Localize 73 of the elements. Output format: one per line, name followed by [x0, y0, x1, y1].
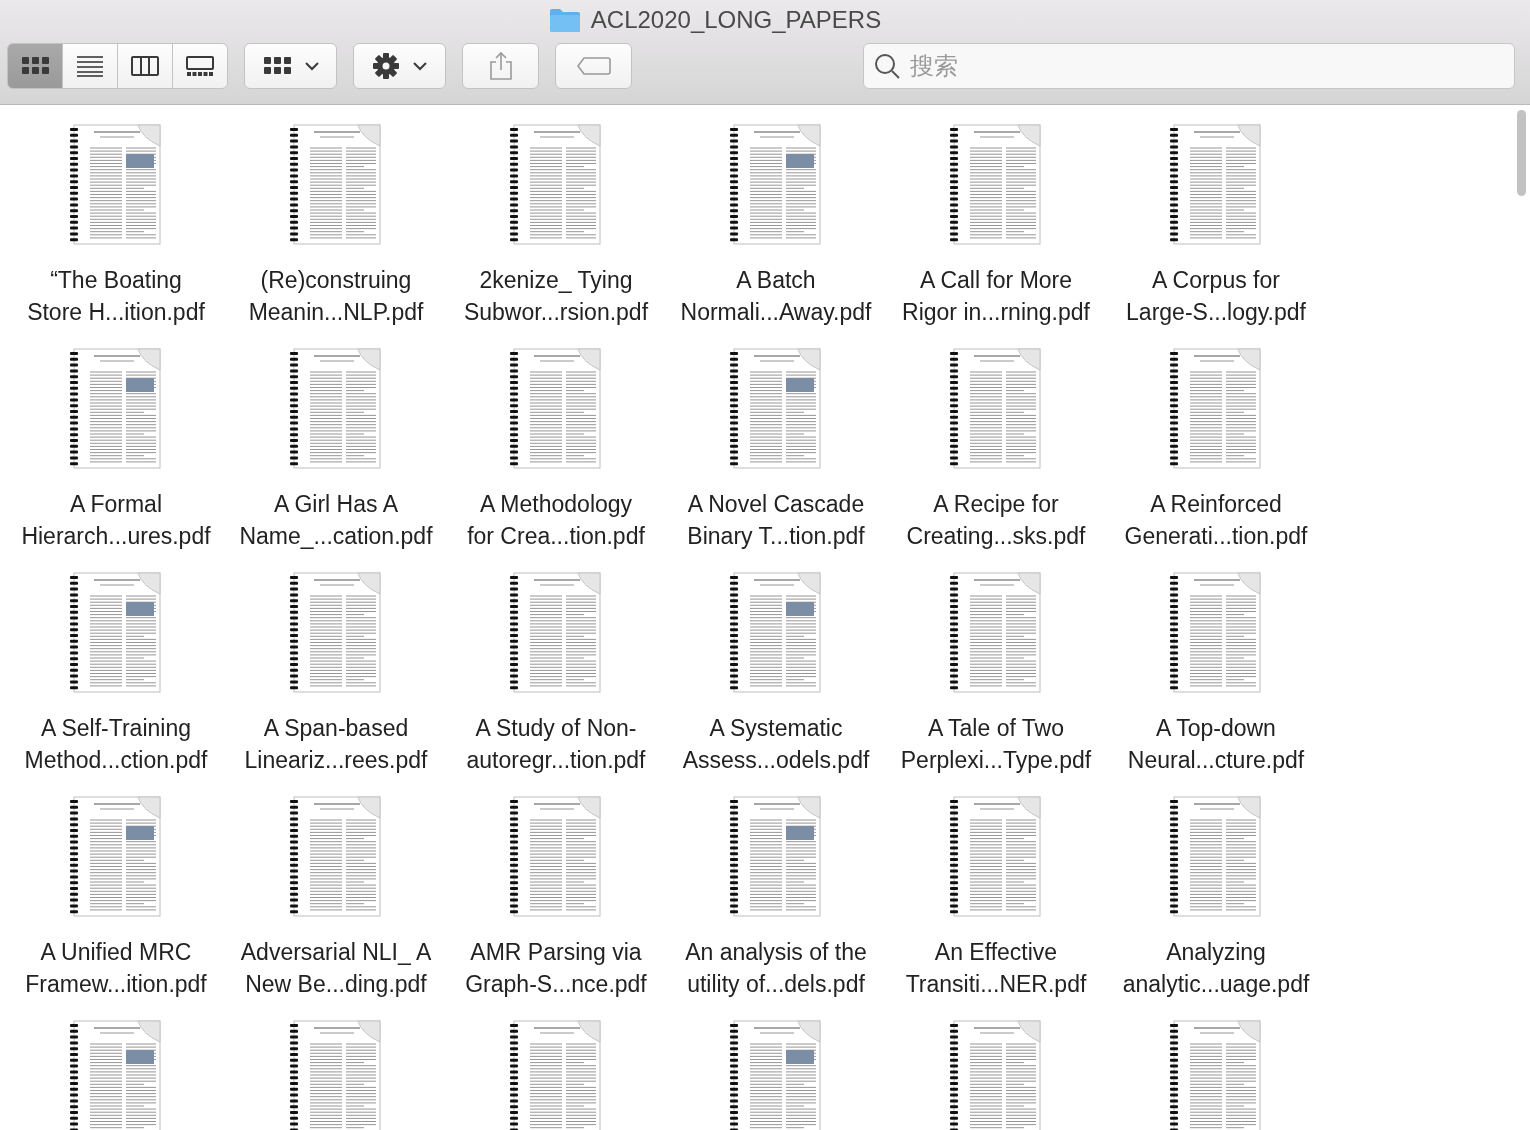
- file-name[interactable]: Analyzing analytic...uage.pdf: [1122, 936, 1310, 1000]
- pdf-thumbnail-icon[interactable]: [950, 572, 1042, 694]
- pdf-thumbnail-icon[interactable]: [730, 1020, 822, 1130]
- pdf-thumbnail-icon[interactable]: [730, 796, 822, 918]
- chevron-down-icon: [411, 61, 428, 71]
- view-mode-button[interactable]: [172, 43, 228, 89]
- file-name[interactable]: A Novel Cascade Binary T...tion.pdf: [687, 488, 865, 552]
- folder-icon: [548, 7, 581, 33]
- pdf-thumbnail-icon[interactable]: [1170, 1020, 1262, 1130]
- file-name[interactable]: “The Boating Store H...ition.pdf: [27, 264, 205, 328]
- file-name[interactable]: A Call for More Rigor in...rning.pdf: [902, 264, 1090, 328]
- action-button[interactable]: [353, 43, 446, 89]
- pdf-thumbnail-icon[interactable]: [1170, 124, 1262, 246]
- file-name[interactable]: A Girl Has A Name_...cation.pdf: [239, 488, 433, 552]
- pdf-thumbnail-icon[interactable]: [950, 124, 1042, 246]
- group-button[interactable]: [244, 43, 337, 89]
- file-name[interactable]: A Systematic Assess...odels.pdf: [682, 712, 870, 776]
- file-name[interactable]: A Corpus for Large-S...logy.pdf: [1126, 264, 1306, 328]
- pdf-thumbnail-icon[interactable]: [950, 348, 1042, 470]
- pdf-thumbnail-icon[interactable]: [70, 348, 162, 470]
- file-name[interactable]: A Formal Hierarch...ures.pdf: [21, 488, 211, 552]
- pdf-thumbnail-icon[interactable]: [1170, 572, 1262, 694]
- view-mode-button[interactable]: [62, 43, 118, 89]
- pdf-thumbnail-icon[interactable]: [290, 572, 382, 694]
- file-name[interactable]: A Tale of Two Perplexi...Type.pdf: [900, 712, 1092, 776]
- file-name[interactable]: (Re)construing Meanin...NLP.pdf: [248, 264, 424, 328]
- pdf-thumbnail-icon[interactable]: [290, 1020, 382, 1130]
- file-name[interactable]: A Unified MRC Framew...ition.pdf: [25, 936, 207, 1000]
- pdf-thumbnail-icon[interactable]: [510, 124, 602, 246]
- scrollbar-thumb[interactable]: [1517, 110, 1526, 196]
- pdf-thumbnail-icon[interactable]: [730, 572, 822, 694]
- pdf-thumbnail-icon[interactable]: [70, 572, 162, 694]
- pdf-thumbnail-icon[interactable]: [290, 348, 382, 470]
- gear-icon: [371, 52, 400, 80]
- pdf-thumbnail-icon[interactable]: [70, 796, 162, 918]
- pdf-thumbnail-icon[interactable]: [290, 796, 382, 918]
- window-title: ACL2020_LONG_PAPERS: [590, 6, 882, 34]
- search-field[interactable]: 搜索: [863, 43, 1515, 89]
- pdf-thumbnail-icon[interactable]: [70, 124, 162, 246]
- pdf-thumbnail-icon[interactable]: [290, 124, 382, 246]
- file-name[interactable]: A Batch Normali...Away.pdf: [680, 264, 872, 328]
- file-name[interactable]: An analysis of the utility of...dels.pdf: [685, 936, 867, 1000]
- file-name[interactable]: Adversarial NLI_ A New Be...ding.pdf: [240, 936, 432, 1000]
- file-name[interactable]: A Recipe for Creating...sks.pdf: [906, 488, 1086, 552]
- gallery-view-icon: [185, 54, 215, 78]
- chevron-down-icon: [303, 61, 320, 71]
- pdf-thumbnail-icon[interactable]: [510, 796, 602, 918]
- pdf-thumbnail-icon[interactable]: [510, 1020, 602, 1130]
- pdf-thumbnail-icon[interactable]: [510, 348, 602, 470]
- pdf-thumbnail-icon[interactable]: [1170, 796, 1262, 918]
- pdf-thumbnail-icon[interactable]: [950, 1020, 1042, 1130]
- pdf-thumbnail-icon[interactable]: [950, 796, 1042, 918]
- pdf-thumbnail-icon[interactable]: [1170, 348, 1262, 470]
- file-name[interactable]: AMR Parsing via Graph-S...nce.pdf: [465, 936, 647, 1000]
- search-icon: [873, 52, 901, 80]
- list-view-icon: [75, 54, 105, 78]
- pdf-thumbnail-icon[interactable]: [730, 124, 822, 246]
- file-name[interactable]: A Span-based Lineariz...rees.pdf: [244, 712, 428, 776]
- file-name[interactable]: An Effective Transiti...NER.pdf: [905, 936, 1087, 1000]
- file-name[interactable]: A Self-Training Method...ction.pdf: [24, 712, 208, 776]
- view-mode-button[interactable]: [7, 43, 63, 89]
- file-name[interactable]: 2kenize_ Tying Subwor...rsion.pdf: [463, 264, 649, 328]
- pdf-thumbnail-icon[interactable]: [730, 348, 822, 470]
- file-name[interactable]: A Methodology for Crea...tion.pdf: [467, 488, 645, 552]
- file-name[interactable]: A Reinforced Generati...tion.pdf: [1124, 488, 1308, 552]
- pdf-thumbnail-icon[interactable]: [510, 572, 602, 694]
- share-icon: [487, 51, 514, 81]
- tag-icon: [575, 56, 612, 76]
- file-name[interactable]: A Study of Non- autoregr...tion.pdf: [466, 712, 646, 776]
- file-name[interactable]: A Top-down Neural...cture.pdf: [1127, 712, 1305, 776]
- pdf-thumbnail-icon[interactable]: [70, 1020, 162, 1130]
- columns-view-icon: [130, 54, 160, 78]
- view-mode-button[interactable]: [117, 43, 173, 89]
